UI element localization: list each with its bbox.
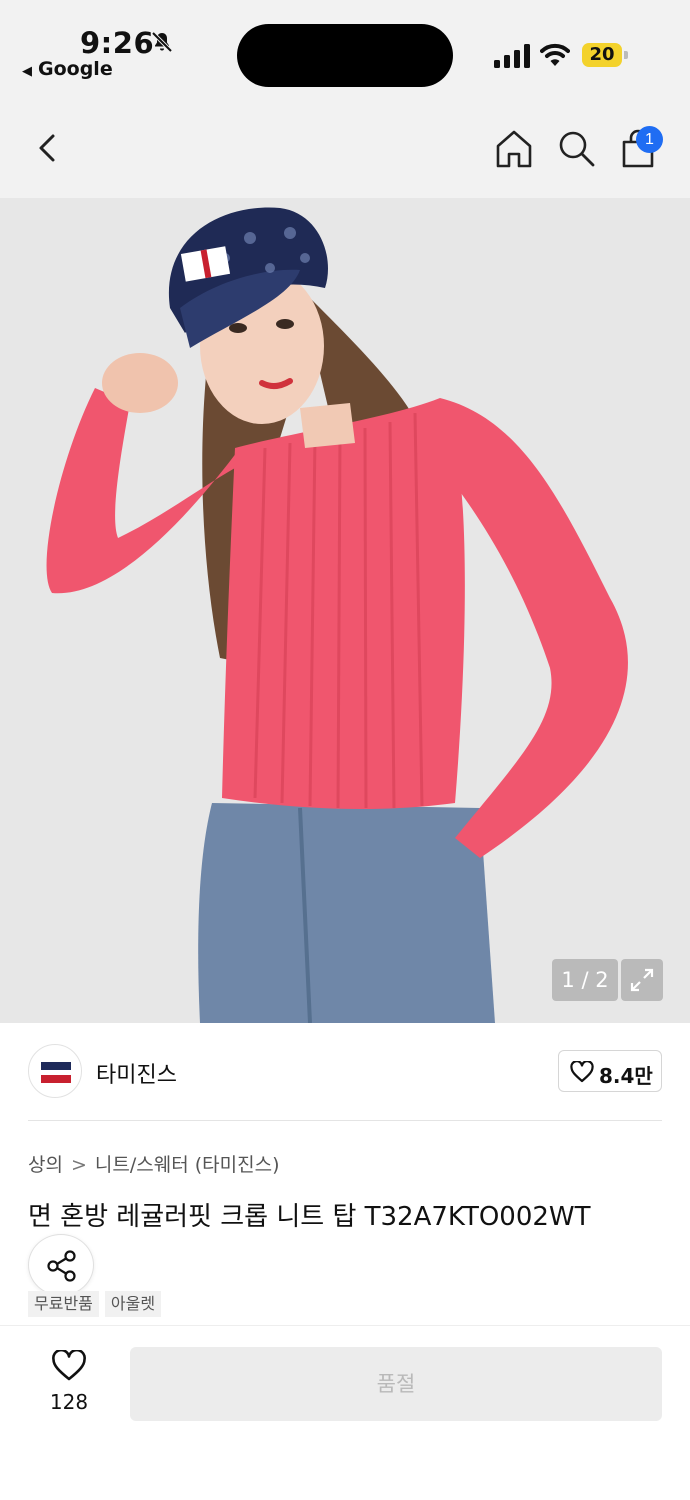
brand-like-count: 8.4만 bbox=[599, 1064, 653, 1088]
brand-name[interactable]: 타미진스 bbox=[96, 1057, 177, 1089]
battery-level: 20 bbox=[589, 44, 615, 65]
breadcrumb-category[interactable]: 상의 bbox=[28, 1154, 63, 1176]
search-icon[interactable] bbox=[554, 126, 598, 170]
heart-outline-icon bbox=[570, 1061, 594, 1083]
share-icon bbox=[47, 1250, 76, 1282]
brand-like-button[interactable]: 8.4만 bbox=[558, 1050, 662, 1092]
cart-count-badge: 1 bbox=[636, 126, 663, 153]
tag-free-return: 무료반품 bbox=[28, 1291, 99, 1317]
breadcrumb: 상의 > 니트/스웨터 (타미진스) bbox=[28, 1150, 279, 1177]
heart-outline-icon bbox=[52, 1350, 86, 1381]
app-header bbox=[0, 100, 690, 198]
dynamic-island bbox=[237, 24, 453, 87]
image-counter: 1 / 2 bbox=[552, 959, 618, 1001]
brand-logo bbox=[28, 1044, 82, 1098]
section-divider bbox=[28, 1120, 662, 1121]
status-bar: 9:26 ◀ Google 20 bbox=[0, 0, 690, 100]
product-photo-illustration bbox=[0, 198, 690, 1023]
expand-icon[interactable] bbox=[621, 959, 663, 1001]
share-button[interactable] bbox=[28, 1234, 94, 1296]
wishlist-button[interactable]: 128 bbox=[40, 1350, 98, 1420]
tag-outlet: 아울렛 bbox=[104, 1291, 162, 1317]
back-to-app-link[interactable]: ◀ Google bbox=[22, 58, 113, 80]
product-tags: 무료반품 아울렛 bbox=[28, 1291, 162, 1317]
back-triangle-icon: ◀ bbox=[22, 64, 32, 79]
bell-muted-icon bbox=[151, 31, 173, 53]
wifi-icon bbox=[540, 43, 570, 66]
sold-out-button[interactable]: 품절 bbox=[130, 1347, 662, 1421]
status-time: 9:26 bbox=[80, 26, 155, 60]
home-icon[interactable] bbox=[492, 126, 536, 170]
breadcrumb-separator: > bbox=[70, 1154, 87, 1176]
cellular-signal-icon bbox=[494, 44, 530, 68]
bottom-action-bar: 128 품절 bbox=[0, 1325, 690, 1500]
breadcrumb-subcategory[interactable]: 니트/스웨터 (타미진스) bbox=[95, 1154, 280, 1176]
wishlist-count: 128 bbox=[49, 1390, 89, 1414]
back-app-label: Google bbox=[38, 58, 113, 80]
product-title: 면 혼방 레귤러핏 크롭 니트 탑 T32A7KTO002WT bbox=[28, 1202, 591, 1232]
product-image[interactable]: 1 / 2 bbox=[0, 198, 690, 1023]
battery-indicator: 20 bbox=[582, 43, 628, 67]
back-arrow-icon[interactable] bbox=[26, 126, 70, 170]
brand-row[interactable]: 타미진스 8.4만 bbox=[0, 1023, 690, 1121]
